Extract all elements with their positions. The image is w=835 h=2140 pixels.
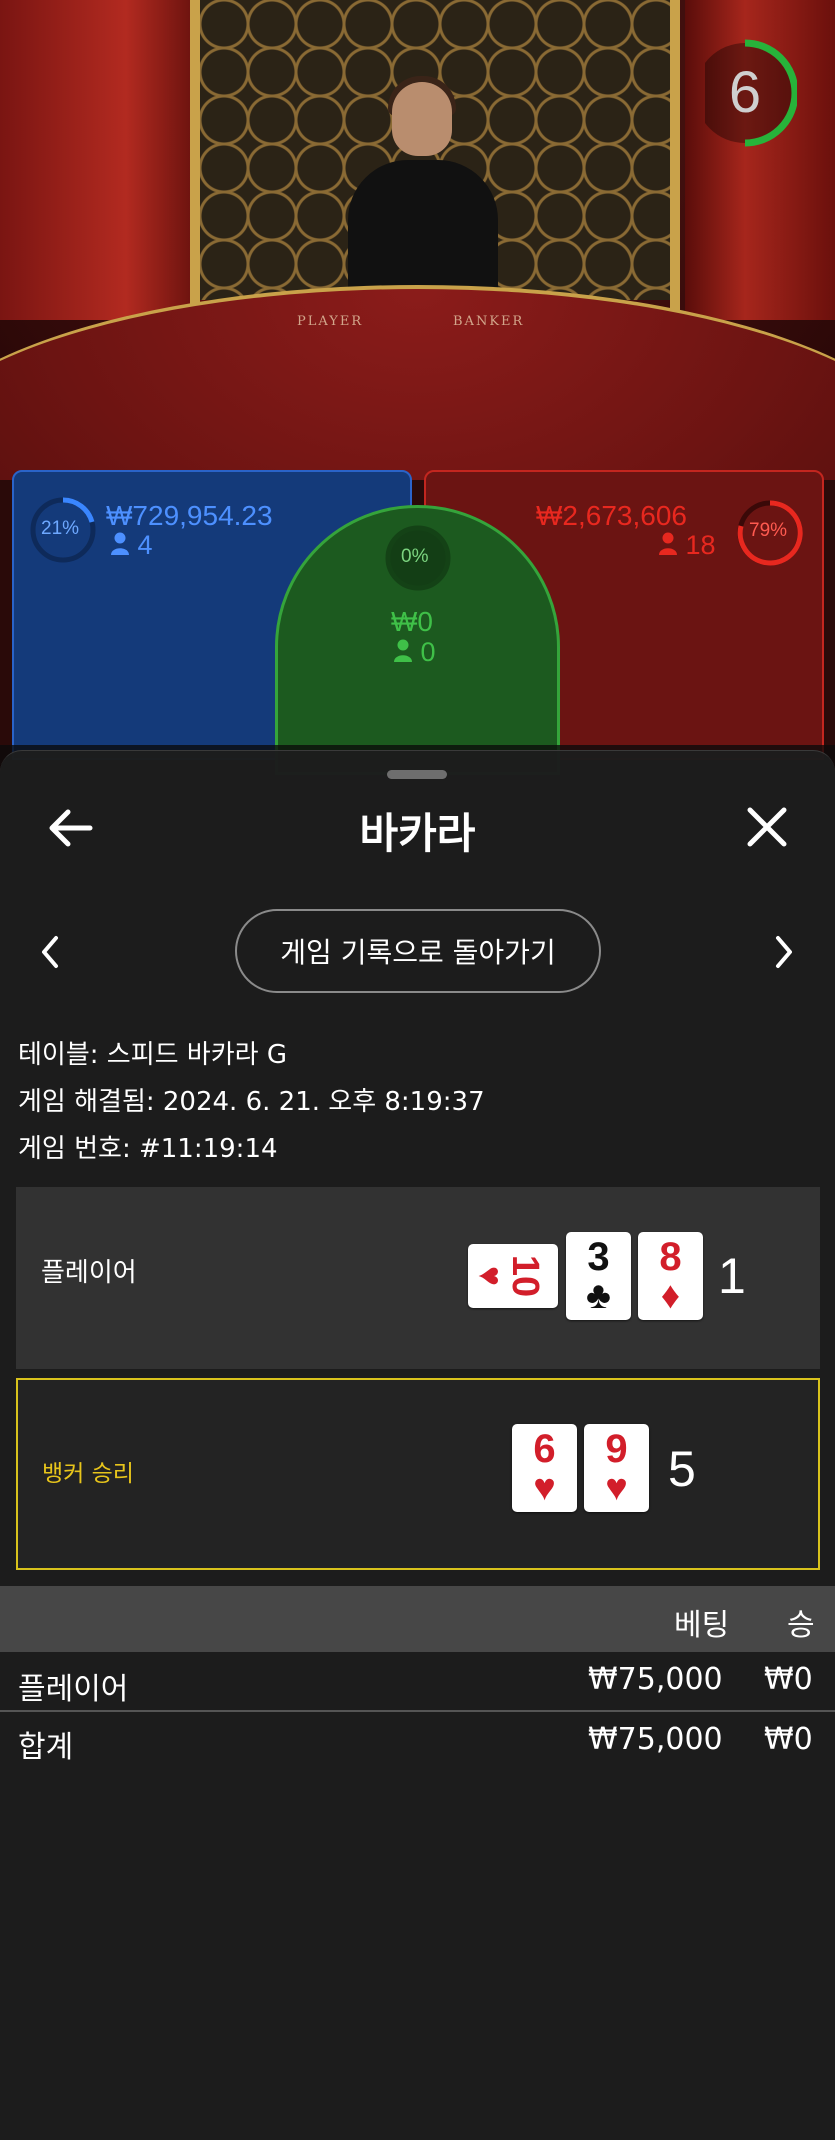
next-round-chevron-icon[interactable] [772, 934, 796, 970]
person-icon [394, 639, 412, 662]
banker-result-row [16, 1378, 820, 1570]
person-icon [659, 532, 677, 555]
table-divider [0, 1710, 835, 1712]
total-row-label: 합계 [18, 1730, 74, 1765]
gold-pillar-right [670, 0, 680, 320]
tie-percent: 0% [401, 546, 429, 567]
playing-card: ♥ 10 [468, 1244, 558, 1308]
felt-label-player: PLAYER [297, 314, 364, 329]
table-name-line: 테이블: 스피드 바카라 G [18, 1040, 287, 1070]
felt-label-banker: BANKER [453, 314, 525, 329]
banker-win-label: 뱅커 승리 [42, 1461, 134, 1487]
curtain-left [0, 0, 210, 320]
player-row-label: 플레이어 [41, 1258, 137, 1288]
playing-card: 3 ♣ [566, 1232, 631, 1320]
banker-score: 5 [668, 1441, 696, 1497]
total-row-amount: ₩75,000 [588, 1722, 723, 1757]
modal-title: 바카라 [359, 809, 476, 858]
tie-bettor-count: 0 [393, 637, 436, 668]
round-timer: 6 [695, 35, 799, 153]
game-number-line: 게임 번호: #11:19:14 [18, 1134, 278, 1164]
gold-pillar-left [190, 0, 200, 320]
playing-card: 6 ♥ [512, 1424, 577, 1512]
dealer-body [348, 160, 498, 300]
header-bet: 베팅 [674, 1608, 730, 1643]
header-win: 승 [787, 1608, 815, 1643]
playing-card: 9 ♥ [584, 1424, 649, 1512]
close-icon[interactable] [744, 804, 790, 850]
bet-row-label: 플레이어 [18, 1672, 129, 1707]
player-percent: 21% [41, 518, 80, 539]
bet-row-win: ₩0 [764, 1662, 813, 1697]
bet-row-amount: ₩75,000 [588, 1662, 723, 1697]
total-row-win: ₩0 [764, 1722, 813, 1757]
tie-total-amount: ₩0 [391, 606, 433, 637]
banker-total-amount: ₩2,673,606 [536, 500, 687, 531]
player-total-amount: ₩729,954.23 [106, 500, 273, 531]
player-score: 1 [718, 1248, 746, 1304]
banker-percent: 79% [749, 520, 788, 541]
player-bettor-count: 4 [110, 530, 153, 561]
sheet-drag-handle[interactable] [387, 770, 447, 779]
dealer-head [392, 82, 452, 156]
resolved-time-line: 게임 해결됨: 2024. 6. 21. 오후 8:19:37 [18, 1087, 485, 1117]
person-icon [111, 532, 129, 555]
back-to-history-button[interactable]: 게임 기록으로 돌아가기 [235, 909, 601, 993]
playing-card: 8 ♦ [638, 1232, 703, 1320]
previous-round-chevron-icon[interactable] [38, 934, 62, 970]
timer-seconds: 6 [728, 60, 762, 125]
banker-bettor-count: 18 [658, 530, 716, 561]
